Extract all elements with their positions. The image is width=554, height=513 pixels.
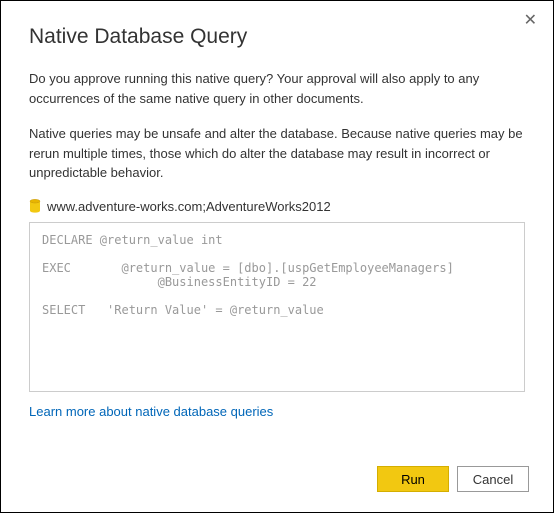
dialog-content: Native Database Query Do you approve run… <box>1 1 553 433</box>
warning-paragraph: Native queries may be unsafe and alter t… <box>29 124 525 183</box>
database-icon <box>29 199 41 213</box>
learn-more-link[interactable]: Learn more about native database queries <box>29 404 273 419</box>
close-icon: ✕ <box>524 12 537 29</box>
database-label: www.adventure-works.com;AdventureWorks20… <box>47 199 331 214</box>
query-textbox[interactable]: DECLARE @return_value int EXEC @return_v… <box>29 222 525 392</box>
database-row: www.adventure-works.com;AdventureWorks20… <box>29 199 525 214</box>
button-row: Run Cancel <box>377 466 529 492</box>
cancel-button[interactable]: Cancel <box>457 466 529 492</box>
close-button[interactable]: ✕ <box>518 9 543 33</box>
dialog-title: Native Database Query <box>29 25 525 49</box>
run-button[interactable]: Run <box>377 466 449 492</box>
approval-paragraph: Do you approve running this native query… <box>29 69 525 108</box>
